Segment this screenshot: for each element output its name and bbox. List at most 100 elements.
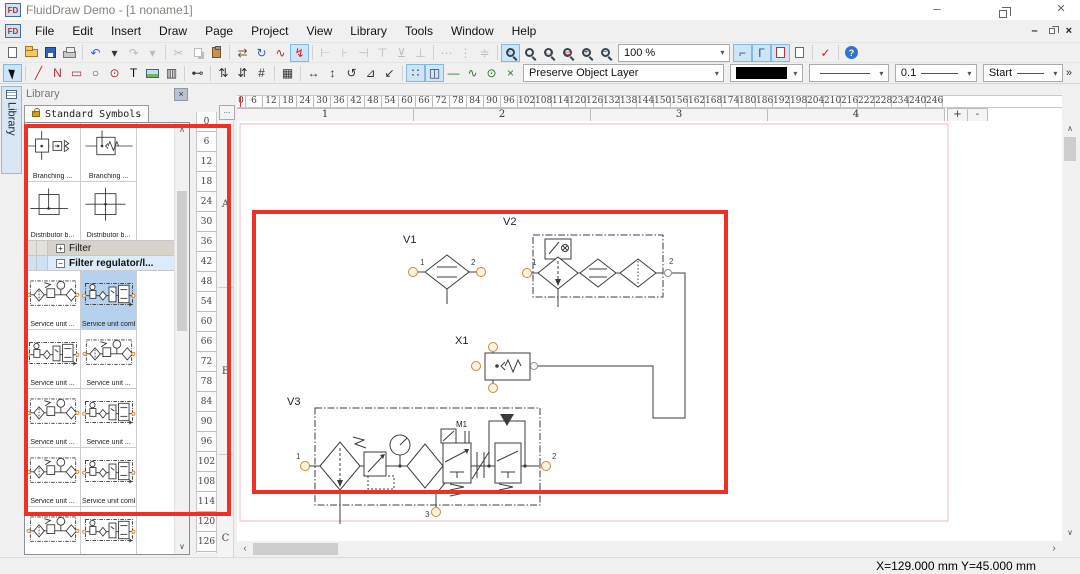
scroll-down-icon[interactable]: ∨ xyxy=(175,540,189,554)
ruler-zoom-out-button[interactable]: - xyxy=(967,108,988,122)
menu-tools[interactable]: Tools xyxy=(396,21,442,41)
vertical-scrollbar-thumb[interactable] xyxy=(1064,137,1076,161)
menu-page[interactable]: Page xyxy=(196,21,242,41)
chevron-down-icon[interactable]: ▾ xyxy=(875,69,888,78)
menu-view[interactable]: View xyxy=(297,21,341,41)
close-button[interactable]: × xyxy=(1048,0,1074,19)
menu-library[interactable]: Library xyxy=(341,21,396,41)
show-rulers-icon[interactable]: Γ xyxy=(752,44,771,62)
library-symbol-distributor-b[interactable]: Distributor b... xyxy=(80,181,137,241)
ruler-corner-button[interactable]: ... xyxy=(219,105,235,120)
line-style-combo[interactable]: ▾ xyxy=(809,64,889,82)
library-symbol-service-unit-combin[interactable]: Service unit combin... xyxy=(80,270,137,330)
copy-icon[interactable] xyxy=(188,44,207,62)
resize-icon[interactable]: ⇄ xyxy=(233,44,252,62)
cut-connection-icon[interactable]: × xyxy=(501,64,520,82)
redo-icon[interactable]: ↷ xyxy=(124,44,143,62)
zoom-previous-icon[interactable] xyxy=(520,44,539,62)
connection-points-icon[interactable]: ◫ xyxy=(425,64,444,82)
align-top-icon[interactable]: ⊤ xyxy=(373,44,392,62)
zoom-in-icon[interactable]: + xyxy=(577,44,596,62)
mdi-close-button[interactable]: × xyxy=(1066,25,1072,37)
scroll-left-icon[interactable]: ‹ xyxy=(237,541,253,557)
library-scrollbar-thumb[interactable] xyxy=(177,191,187,331)
expand-icon[interactable]: + xyxy=(56,244,65,253)
menu-draw[interactable]: Draw xyxy=(150,21,196,41)
library-group-filter-regulator-l[interactable]: −Filter regulator/l... xyxy=(25,255,189,271)
stroke-color-combo[interactable]: ▾ xyxy=(730,64,802,82)
cut-icon[interactable]: ✂ xyxy=(169,44,188,62)
distribute-h-icon[interactable]: ⋯ xyxy=(437,44,456,62)
library-symbol-service-unit[interactable]: Service unit ... xyxy=(80,329,137,389)
library-scrollbar[interactable]: ∧ ∨ xyxy=(174,123,189,554)
restore-button[interactable] xyxy=(990,0,1016,19)
ellipse-tool-icon[interactable]: ○ xyxy=(86,64,105,82)
line-width-combo[interactable]: 0.1 ▾ xyxy=(895,64,977,82)
line-tool-icon[interactable]: ╱ xyxy=(29,64,48,82)
menu-window[interactable]: Window xyxy=(442,21,503,41)
tab-standard-symbols[interactable]: Standard Symbols xyxy=(24,105,149,122)
snap-points-icon[interactable]: ∷ xyxy=(406,64,425,82)
zoom-out-icon[interactable]: − xyxy=(596,44,615,62)
snap-grid-icon[interactable]: ⌐ xyxy=(733,44,752,62)
horizontal-scrollbar[interactable]: ‹ › xyxy=(237,541,1062,557)
menu-project[interactable]: Project xyxy=(242,21,297,41)
new-page-icon[interactable] xyxy=(790,44,809,62)
page-border-icon[interactable] xyxy=(771,44,790,62)
chevron-down-icon[interactable]: ▾ xyxy=(789,69,802,78)
redo-dropdown-icon[interactable]: ▾ xyxy=(143,44,162,62)
horizontal-scrollbar-thumb[interactable] xyxy=(253,543,338,555)
rotate-tool-icon[interactable]: ↺ xyxy=(342,64,361,82)
library-symbol-service-unit[interactable]: Service unit ... xyxy=(24,329,81,389)
flip-vertical-icon[interactable]: ⇅ xyxy=(214,64,233,82)
zoom-selection-icon[interactable]: ▫ xyxy=(501,44,520,62)
flip-horizontal-icon[interactable]: ⇵ xyxy=(233,64,252,82)
chevron-down-icon[interactable]: ▾ xyxy=(716,48,729,57)
rect-tool-icon[interactable]: ▭ xyxy=(67,64,86,82)
zoom-page-icon[interactable]: □ xyxy=(539,44,558,62)
equal-spacing-icon[interactable]: ≑ xyxy=(475,44,494,62)
chevron-down-icon[interactable]: ▾ xyxy=(963,69,976,78)
arrow-tool-icon[interactable]: ↙ xyxy=(380,64,399,82)
text-tool-icon[interactable]: T xyxy=(124,64,143,82)
open-icon[interactable] xyxy=(22,44,41,62)
scroll-down-icon[interactable]: ∨ xyxy=(1062,525,1078,541)
library-side-tab[interactable]: Library xyxy=(1,86,22,174)
library-symbol-service-unit[interactable]: Service unit ... xyxy=(80,506,137,555)
library-close-button[interactable]: × xyxy=(174,88,188,101)
dim-horizontal-icon[interactable]: ↔ xyxy=(304,64,323,82)
menu-edit[interactable]: Edit xyxy=(63,21,102,41)
chevron-down-icon[interactable]: ▾ xyxy=(1049,69,1062,78)
align-right-icon[interactable]: ⊣ xyxy=(354,44,373,62)
library-group-filter[interactable]: +Filter xyxy=(25,240,189,256)
library-symbol-service-unit[interactable]: Service unit ... xyxy=(24,270,81,330)
align-left-icon[interactable]: ⊢ xyxy=(316,44,335,62)
minimize-button[interactable]: – xyxy=(924,0,950,19)
library-symbol-branching[interactable]: Branching ... xyxy=(80,122,137,182)
zoom-level-combo[interactable]: 100 % ▾ xyxy=(618,44,730,62)
drawing-canvas[interactable]: V1 V2 X1 V3 M1 1 2 1 2 1 2 3 xyxy=(237,121,1062,541)
connector-tool-icon[interactable]: ⊷ xyxy=(188,64,207,82)
align-bottom-icon[interactable]: ⊥ xyxy=(411,44,430,62)
library-symbol-service-unit[interactable]: Service unit ... xyxy=(24,506,81,555)
zoom-rect-icon[interactable]: ▭ xyxy=(558,44,577,62)
circle-connection-icon[interactable]: ⊙ xyxy=(482,64,501,82)
scroll-up-icon[interactable]: ∧ xyxy=(175,123,189,137)
image-tool-icon[interactable] xyxy=(143,64,162,82)
align-anchor-icon[interactable]: ↯ xyxy=(290,44,309,62)
vertical-scrollbar[interactable]: ∧ ∨ xyxy=(1062,121,1078,541)
library-symbol-distributor-b[interactable]: Distributor b... xyxy=(24,181,81,241)
undo-dropdown-icon[interactable]: ▾ xyxy=(105,44,124,62)
library-symbol-service-unit[interactable]: Service unit ... xyxy=(80,388,137,448)
toolbar-overflow-button[interactable]: » xyxy=(1066,67,1072,79)
mdi-minimize-button[interactable]: – xyxy=(1031,25,1037,37)
help-icon[interactable]: ? xyxy=(842,44,861,62)
chevron-down-icon[interactable]: ▾ xyxy=(710,69,723,78)
dim-vertical-icon[interactable]: ↕ xyxy=(323,64,342,82)
menu-file[interactable]: File xyxy=(26,21,63,41)
document-icon[interactable]: FD xyxy=(5,24,21,38)
library-symbol-service-unit-combin[interactable]: Service unit combin... xyxy=(80,447,137,507)
rotate-icon[interactable]: ↻ xyxy=(252,44,271,62)
polygon-tool-icon[interactable]: ⊿ xyxy=(361,64,380,82)
collapse-icon[interactable]: − xyxy=(56,259,65,268)
